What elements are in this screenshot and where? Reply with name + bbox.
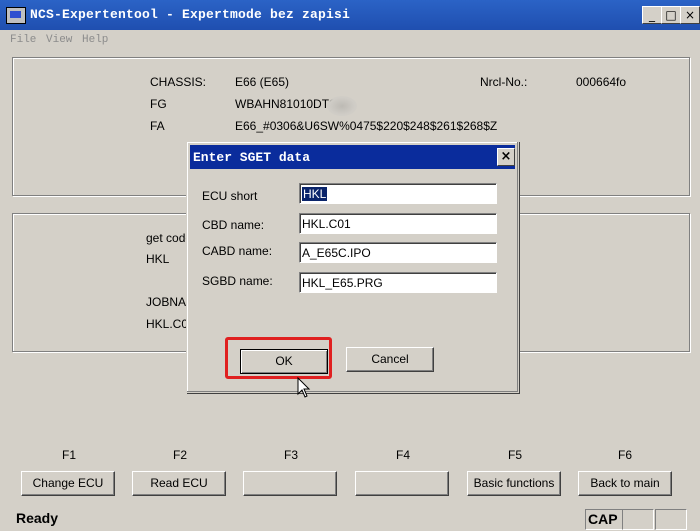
dialog-title-bar: Enter SGET data ×: [190, 145, 515, 169]
status-cell-num: [622, 509, 654, 530]
close-button[interactable]: ×: [680, 6, 700, 24]
menu-bar: File View Help: [0, 30, 700, 52]
menu-view[interactable]: View: [46, 34, 72, 46]
ecu-short-value: HKL: [302, 187, 328, 201]
maximize-button[interactable]: □: [661, 6, 681, 24]
dialog-close-button[interactable]: ×: [497, 148, 515, 166]
chassis-label: CHASSIS:: [150, 75, 207, 89]
menu-help[interactable]: Help: [82, 34, 108, 46]
fkey-label-f3: F3: [284, 448, 299, 462]
sgbd-name-label: SGBD name:: [202, 274, 273, 288]
basic-functions-button[interactable]: Basic functions: [467, 471, 561, 496]
fkey-label-f6: F6: [618, 448, 633, 462]
redaction-smudge: [327, 96, 357, 116]
app-icon: [6, 7, 26, 24]
cancel-button[interactable]: Cancel: [346, 347, 434, 372]
read-ecu-button[interactable]: Read ECU: [132, 471, 226, 496]
menu-file[interactable]: File: [10, 34, 36, 46]
sgbd-name-input[interactable]: HKL_E65.PRG: [299, 272, 497, 293]
f3-button[interactable]: [243, 471, 337, 496]
caps-indicator: CAP: [585, 509, 623, 530]
cabd-name-label: CABD name:: [202, 244, 273, 258]
ecu-short-input[interactable]: HKL: [299, 183, 497, 204]
ecu-name: HKL: [146, 252, 170, 266]
chassis-value: E66 (E65): [235, 75, 290, 89]
status-cell-scrl: [655, 509, 687, 530]
cbd-name-label: CBD name:: [202, 218, 265, 232]
status-bar: Ready CAP: [0, 507, 700, 531]
fg-label: FG: [150, 97, 167, 111]
fa-value: E66_#0306&U6SW%0475$220$248$261$268$Z: [235, 119, 498, 133]
title-bar: NCS-Expertentool - Expertmode bez zapisi…: [0, 0, 700, 30]
sget-dialog: Enter SGET data × ECU short HKL CBD name…: [186, 141, 519, 393]
cbd-name-input[interactable]: HKL.C01: [299, 213, 497, 234]
fkey-label-f1: F1: [62, 448, 77, 462]
cabd-name-input[interactable]: A_E65C.IPO: [299, 242, 497, 263]
fkey-label-f2: F2: [173, 448, 188, 462]
fg-value: WBAHN81010DT2: [235, 97, 336, 111]
fkey-label-f4: F4: [396, 448, 411, 462]
f4-button[interactable]: [355, 471, 449, 496]
ok-button[interactable]: OK: [240, 349, 328, 374]
fkey-label-f5: F5: [508, 448, 523, 462]
mouse-pointer-icon: [297, 377, 311, 398]
ecu-short-label: ECU short: [202, 189, 258, 203]
main-window: NCS-Expertentool - Expertmode bez zapisi…: [0, 0, 700, 531]
nrcl-label: Nrcl-No.:: [480, 75, 528, 89]
fa-label: FA: [150, 119, 165, 133]
window-title: NCS-Expertentool - Expertmode bez zapisi: [30, 7, 351, 22]
nrcl-value: 000664fo: [576, 75, 627, 89]
minimize-button[interactable]: _: [642, 6, 662, 24]
dialog-title: Enter SGET data: [193, 150, 311, 165]
ecu-file: HKL.C0: [146, 317, 189, 331]
status-text: Ready: [16, 510, 59, 526]
back-to-main-button[interactable]: Back to main: [578, 471, 672, 496]
change-ecu-button[interactable]: Change ECU: [21, 471, 115, 496]
